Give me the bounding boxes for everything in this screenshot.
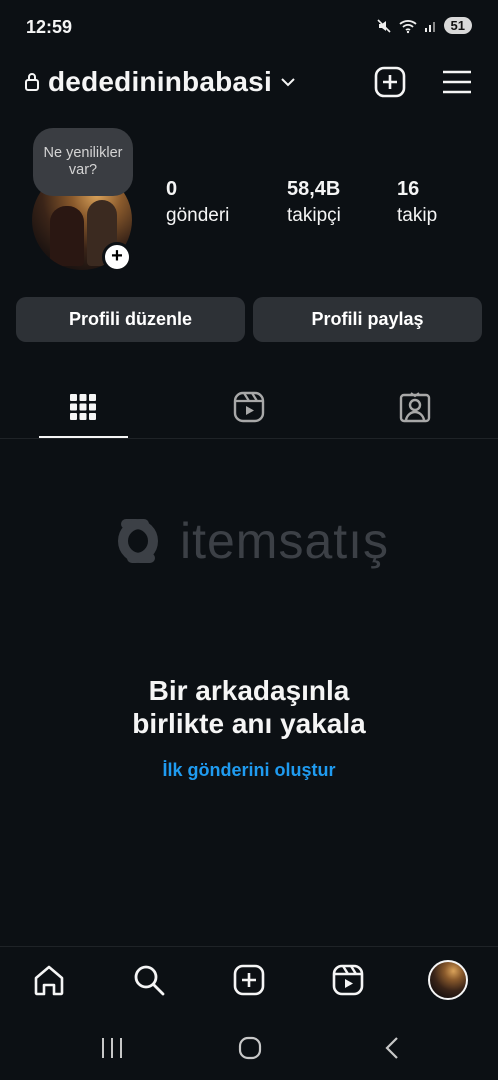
reels-nav-icon [332,964,364,996]
nav-reels[interactable] [326,958,370,1002]
create-post-icon[interactable] [374,66,406,98]
followers-stat[interactable]: 58,4B takipçi [287,178,341,227]
tab-tagged[interactable] [370,388,460,426]
following-count: 16 [397,178,420,200]
posts-stat[interactable]: 0 gönderi [166,178,229,227]
nav-create[interactable] [227,958,271,1002]
home-icon [34,965,64,996]
empty-title-line2: birlikte anı yakala [132,708,366,739]
home-button[interactable] [230,1030,270,1066]
following-label: takip [397,205,438,226]
back-icon [385,1037,398,1059]
recent-apps-icon [102,1038,122,1058]
watermark-text: itemsatış [180,513,390,569]
grid-icon [70,394,96,420]
tab-reels[interactable] [204,388,294,426]
watermark-logo-icon [118,519,158,563]
empty-state-title: Bir arkadaşınla birlikte anı yakala [0,674,498,740]
create-icon [233,964,265,996]
tab-divider [0,438,498,439]
nav-home[interactable] [27,958,71,1002]
username: dededininbabasi [48,66,272,97]
reels-icon [233,391,265,423]
followers-count: 58,4B [287,178,341,200]
status-icons: 51 [376,17,472,34]
lock-icon [25,73,39,91]
search-icon [134,965,165,996]
account-switcher[interactable]: dededininbabasi [24,66,296,98]
add-story-icon[interactable]: + [102,242,132,272]
status-time: 12:59 [26,17,73,37]
posts-label: gönderi [166,205,230,226]
empty-title-line1: Bir arkadaşınla [148,675,350,706]
note-bubble[interactable]: Ne yenilikler var? [33,128,133,196]
followers-label: takipçi [287,205,341,226]
tagged-icon [399,392,431,423]
tab-posts[interactable] [38,388,128,426]
wifi-icon [398,19,417,33]
following-stat[interactable]: 16 takip [397,178,437,227]
edit-profile-button[interactable]: Profili düzenle [16,297,245,342]
battery-badge: 51 [443,17,472,34]
header-actions [374,66,472,98]
menu-icon[interactable] [442,69,472,95]
posts-count: 0 [166,178,178,200]
create-first-post-link[interactable]: İlk gönderini oluştur [0,760,498,781]
share-profile-button[interactable]: Profili paylaş [253,297,482,342]
mute-icon [376,18,391,33]
watermark: itemsatış [104,512,389,570]
home-circle-icon [238,1036,262,1060]
tab-indicator [39,436,128,438]
nav-avatar [428,960,468,1000]
nav-search[interactable] [127,958,171,1002]
chevron-down-icon [281,78,295,87]
nav-profile[interactable] [426,958,470,1002]
nav-divider [0,946,498,947]
signal-icon [424,21,435,32]
back-button[interactable] [372,1030,412,1066]
recent-apps-button[interactable] [92,1030,132,1066]
